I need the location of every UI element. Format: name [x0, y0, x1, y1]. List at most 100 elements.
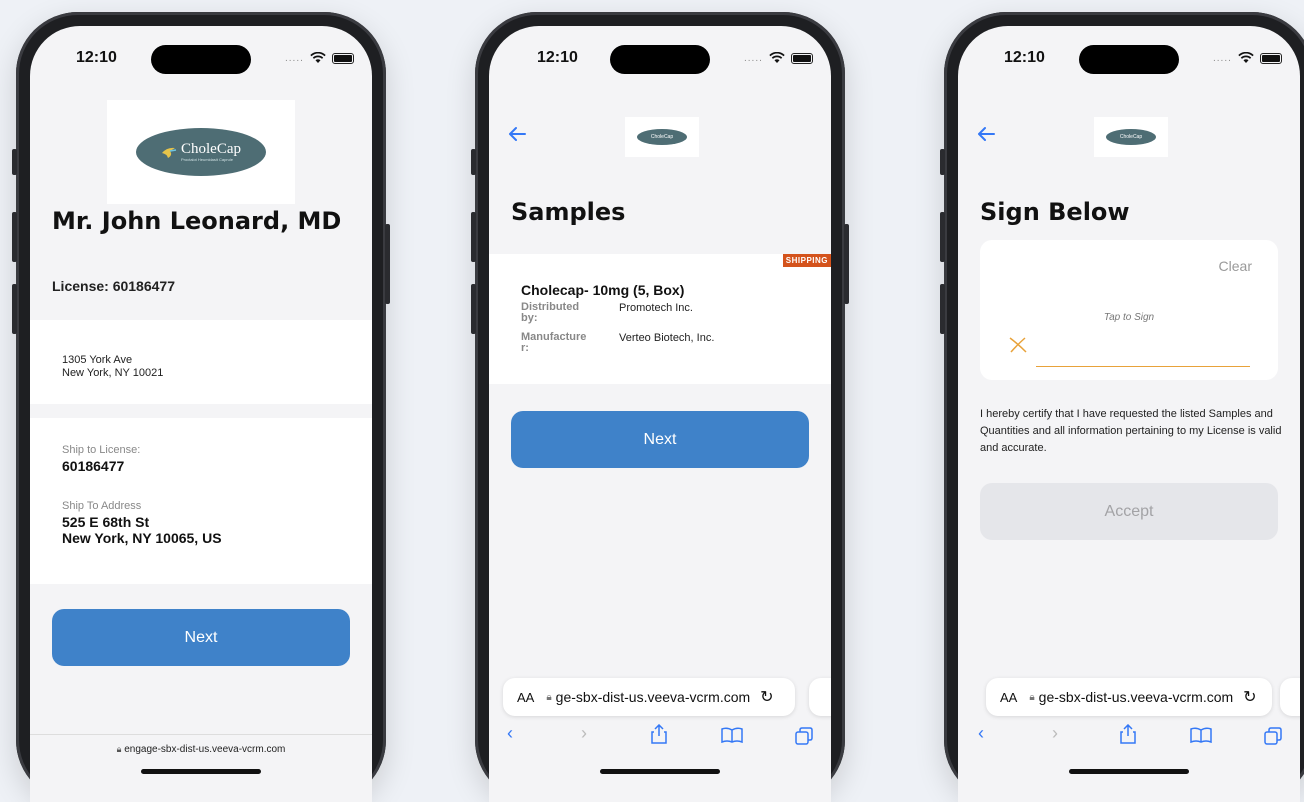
manufacturer-value: Verteo Biotech, Inc. [619, 332, 715, 344]
status-time: 12:10 [537, 49, 578, 66]
url-bar[interactable]: 🔒︎ engage-sbx-dist-us.veeva-vcrm.com [30, 744, 372, 755]
logo-text: CholeCap [650, 134, 674, 140]
page-title: Samples [511, 198, 626, 226]
back-arrow-icon[interactable] [507, 126, 527, 142]
back-arrow-icon[interactable] [976, 126, 996, 142]
tabs-icon[interactable] [795, 727, 813, 745]
volume-down-button [471, 284, 476, 334]
signature-line [1036, 366, 1250, 367]
status-time: 12:10 [1004, 49, 1045, 66]
sample-card[interactable]: SHIPPING Cholecap- 10mg (5, Box) Distrib… [489, 254, 831, 384]
logo-text: CholeCap [181, 141, 241, 157]
logo-oval: CholeCap [1106, 129, 1156, 145]
share-icon[interactable] [651, 724, 667, 744]
tabs-icon[interactable] [1264, 727, 1282, 745]
doctor-name: Mr. John Leonard, MD [52, 207, 342, 235]
next-button[interactable]: Next [511, 411, 809, 468]
signal-dots-icon: ..... [744, 52, 763, 64]
ship-license-label: Ship to License: [62, 444, 141, 456]
hummingbird-icon [162, 147, 177, 158]
home-indicator [600, 769, 720, 774]
distributed-value: Promotech Inc. [619, 302, 693, 314]
screen: 12:10 ..... CholeCap Proctalot Heumidasi… [30, 26, 372, 802]
license-text: License: 60186477 [52, 278, 175, 294]
logo-oval: CholeCap Proctalot Heumidasit Caprule [136, 128, 266, 176]
screen: 12:10 ..... CholeCap Sign Below Clear Ta… [958, 26, 1300, 802]
brand-logo: CholeCap [625, 117, 699, 157]
address-card: 1305 York Ave New York, NY 10021 [30, 320, 372, 404]
tap-to-sign-hint: Tap to Sign [1103, 312, 1155, 323]
signal-dots-icon: ..... [285, 52, 304, 64]
reload-icon[interactable]: ↻ [1243, 687, 1256, 707]
url-text: ge-sbx-dist-us.veeva-vcrm.com [1038, 689, 1234, 705]
distributed-label: Distributed by: [521, 301, 580, 324]
shipping-badge: SHIPPING [782, 254, 831, 267]
back-icon[interactable]: ‹ [507, 723, 513, 744]
next-tab-pill[interactable] [1280, 678, 1300, 716]
battery-icon [790, 52, 813, 64]
screen: 12:10 ..... CholeCap Samples SHIPPING Ch… [489, 26, 831, 802]
next-button[interactable]: Next [52, 609, 350, 666]
home-indicator [141, 769, 261, 774]
logo-subtext: Proctalot Heumidasit Caprule [181, 157, 234, 162]
volume-down-button [12, 284, 17, 334]
back-icon[interactable]: ‹ [978, 723, 984, 744]
clear-button[interactable]: Clear [1219, 258, 1252, 274]
volume-up-button [940, 212, 945, 262]
forward-icon[interactable]: › [1052, 723, 1058, 744]
dynamic-island [151, 45, 251, 74]
page-title: Sign Below [980, 198, 1130, 226]
ship-address-line-1: 525 E 68th St [62, 514, 150, 530]
logo-oval: CholeCap [637, 129, 687, 145]
volume-up-button [12, 212, 17, 262]
battery-icon [331, 52, 354, 64]
status-icons: ..... [285, 52, 354, 64]
reload-icon[interactable]: ↻ [760, 687, 773, 707]
share-icon[interactable] [1120, 724, 1136, 744]
text-size-button[interactable]: AA [1000, 690, 1017, 705]
mute-switch [471, 149, 476, 175]
next-tab-pill[interactable] [809, 678, 831, 716]
bookmarks-icon[interactable] [1190, 727, 1212, 743]
status-icons: ..... [1213, 52, 1282, 64]
battery-icon [1259, 52, 1282, 64]
home-indicator [1069, 769, 1189, 774]
accept-button[interactable]: Accept [980, 483, 1278, 540]
lock-icon: 🔒︎ [1029, 691, 1035, 703]
wifi-icon [1238, 52, 1254, 63]
ship-address-label: Ship To Address [62, 500, 142, 512]
signal-dots-icon: ..... [1213, 52, 1232, 64]
brand-logo: CholeCap Proctalot Heumidasit Caprule [107, 100, 295, 204]
address-line-1: 1305 York Ave [62, 354, 133, 366]
divider [30, 734, 372, 735]
dynamic-island [610, 45, 710, 74]
forward-icon[interactable]: › [581, 723, 587, 744]
url-bar[interactable]: AA 🔒︎ ge-sbx-dist-us.veeva-vcrm.com ↻ [503, 678, 795, 716]
sign-here-x-icon [1009, 337, 1027, 353]
lock-icon: 🔒︎ [546, 691, 552, 703]
url-text: ge-sbx-dist-us.veeva-vcrm.com [555, 689, 751, 705]
bookmarks-icon[interactable] [721, 727, 743, 743]
url-bar[interactable]: AA 🔒︎ ge-sbx-dist-us.veeva-vcrm.com ↻ [986, 678, 1272, 716]
manufacturer-label: Manufacturer: [521, 331, 587, 354]
wifi-icon [769, 52, 785, 63]
mute-switch [12, 149, 17, 175]
product-name: Cholecap- 10mg (5, Box) [521, 282, 685, 298]
ship-address-line-2: New York, NY 10065, US [62, 530, 222, 546]
ship-license-value: 60186477 [62, 458, 125, 474]
phone-frame-signature: 12:10 ..... CholeCap Sign Below Clear Ta… [940, 12, 1304, 802]
text-size-button[interactable]: AA [517, 690, 534, 705]
signature-pad[interactable]: Clear Tap to Sign [980, 240, 1278, 380]
power-button [844, 224, 849, 304]
address-line-2: New York, NY 10021 [62, 367, 164, 379]
brand-logo: CholeCap [1094, 117, 1168, 157]
dynamic-island [1079, 45, 1179, 74]
status-icons: ..... [744, 52, 813, 64]
mute-switch [940, 149, 945, 175]
power-button [385, 224, 390, 304]
wifi-icon [310, 52, 326, 63]
shipping-card: Ship to License: 60186477 Ship To Addres… [30, 418, 372, 584]
url-text: engage-sbx-dist-us.veeva-vcrm.com [124, 744, 286, 755]
status-time: 12:10 [76, 49, 117, 66]
logo-text: CholeCap [1119, 134, 1143, 140]
